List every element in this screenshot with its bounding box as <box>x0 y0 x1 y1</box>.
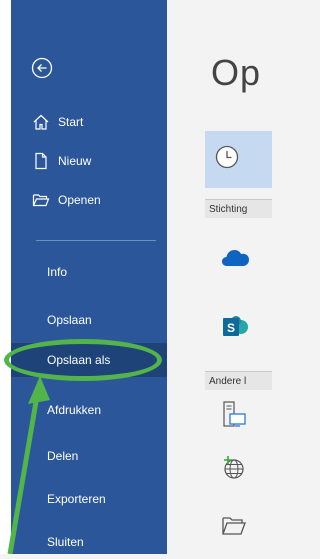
window-edge <box>0 0 11 554</box>
page-title: Op <box>211 52 262 93</box>
this-pc-icon[interactable] <box>221 400 247 433</box>
sidebar-item-opslaan-als[interactable]: Opslaan als <box>11 343 167 377</box>
sidebar-item-delen[interactable]: Delen <box>11 439 167 473</box>
sidebar-item-nieuw[interactable]: Nieuw <box>11 149 167 173</box>
add-place-globe-icon[interactable] <box>221 455 247 486</box>
sidebar-item-label: Nieuw <box>58 154 92 168</box>
sidebar-item-label: Openen <box>58 193 101 207</box>
clock-icon <box>215 145 239 174</box>
new-document-icon <box>32 152 50 170</box>
sidebar-item-label: Opslaan als <box>47 353 111 367</box>
sidebar-item-start[interactable]: Start <box>11 110 167 134</box>
sidebar-item-info[interactable]: Info <box>11 255 167 289</box>
home-icon <box>32 113 50 131</box>
sidebar-item-opslaan[interactable]: Opslaan <box>11 303 167 337</box>
sidebar-item-exporteren[interactable]: Exporteren <box>11 482 167 516</box>
sidebar-item-label: Start <box>58 115 84 129</box>
sidebar-item-label: Opslaan <box>47 313 92 327</box>
backstage-sidebar: Start Nieuw Openen Info Opslaan Opslaan … <box>11 0 167 554</box>
sidebar-item-label: Sluiten <box>47 535 84 549</box>
sidebar-item-label: Afdrukken <box>47 403 102 417</box>
sidebar-item-openen[interactable]: Openen <box>11 188 167 212</box>
back-arrow-circle-icon[interactable] <box>31 57 53 79</box>
recent-location-tile[interactable] <box>205 131 272 188</box>
open-folder-icon <box>32 191 50 209</box>
sidebar-divider <box>36 240 156 241</box>
section-header-stichting: Stichting <box>205 199 272 218</box>
onedrive-cloud-icon[interactable] <box>221 248 251 273</box>
section-header-andere: Andere l <box>205 371 272 390</box>
sidebar-item-label: Info <box>47 265 68 279</box>
sidebar-item-label: Delen <box>47 449 79 463</box>
save-as-panel: Op Stichting S Andere l <box>167 0 272 554</box>
sidebar-item-label: Exporteren <box>47 492 106 506</box>
browse-folder-icon[interactable] <box>221 515 247 542</box>
svg-text:S: S <box>227 321 235 335</box>
sidebar-item-afdrukken[interactable]: Afdrukken <box>11 393 167 427</box>
sharepoint-icon[interactable]: S <box>221 313 249 346</box>
